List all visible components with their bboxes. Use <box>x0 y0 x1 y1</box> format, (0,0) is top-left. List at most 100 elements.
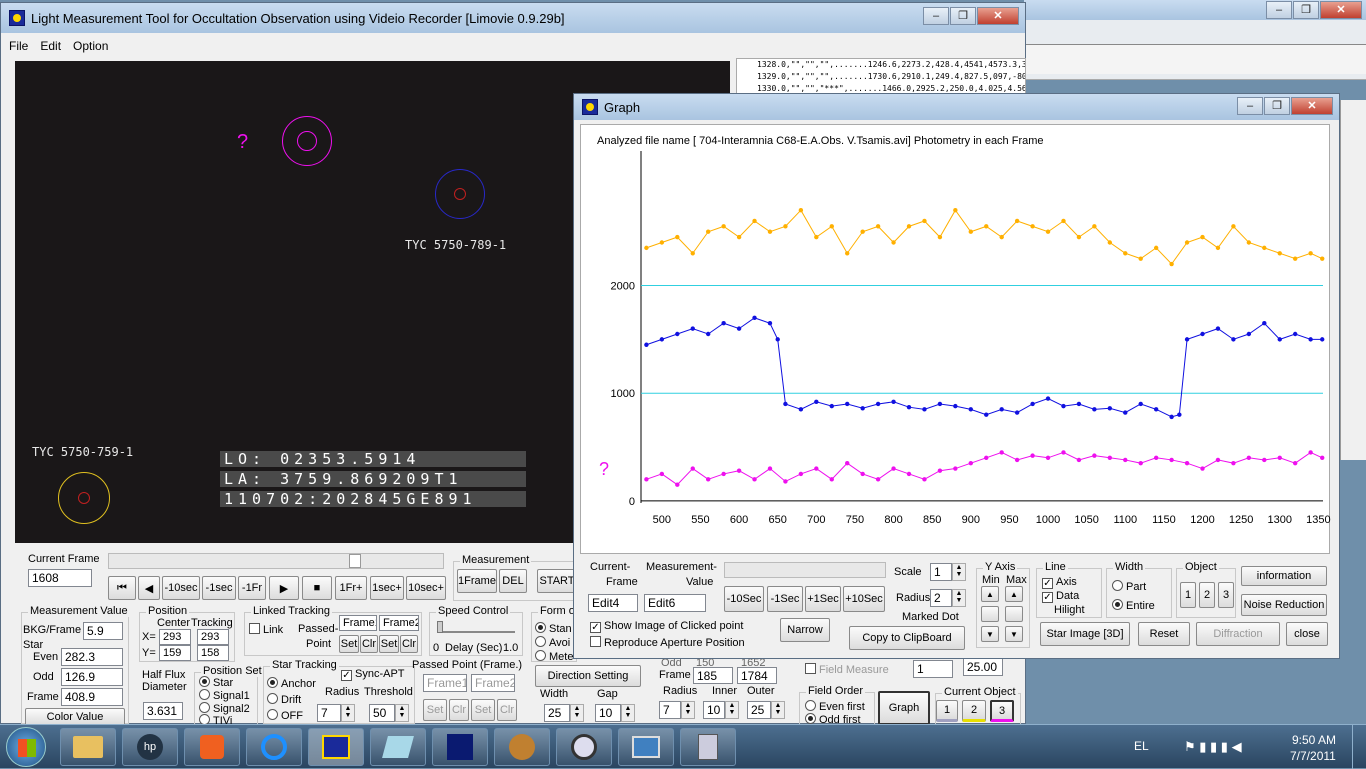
radio-off[interactable] <box>199 702 210 713</box>
linked-clr2-button[interactable]: Clr <box>400 635 418 653</box>
gap-spinner[interactable]: ▲ ▼ <box>621 704 635 722</box>
radio-on[interactable] <box>199 676 210 687</box>
link-checkbox-box[interactable] <box>249 623 260 634</box>
radio-off[interactable] <box>535 650 546 661</box>
reproduce-checkbox[interactable]: Reproduce Aperture Position <box>590 636 745 649</box>
graph-close-text-button[interactable]: close <box>1286 622 1328 646</box>
reset-button[interactable]: Reset <box>1138 622 1190 646</box>
copy-to-clipboard-button[interactable]: Copy to ClipBoard <box>849 626 965 650</box>
checkbox-checked[interactable]: ✓ <box>1042 578 1053 589</box>
graph-minus-10sec-button[interactable]: -10Sec <box>724 586 764 612</box>
maximize-button[interactable]: ❐ <box>950 7 976 25</box>
taskbar-ie[interactable] <box>246 728 302 766</box>
link-checkbox[interactable]: Link <box>249 623 283 636</box>
frame-scroll-thumb[interactable] <box>349 554 361 568</box>
graph-plot-area[interactable]: Analyzed file name [ 704-Interamnia C68-… <box>580 124 1331 554</box>
y-max-mid-button[interactable] <box>1005 606 1023 622</box>
form-standard-radio[interactable]: Stan <box>535 622 572 635</box>
taskbar-app8[interactable] <box>494 728 550 766</box>
linked-clr1-button[interactable]: Clr <box>360 635 378 653</box>
minus-1sec-button[interactable]: -1sec <box>202 576 236 600</box>
object-3-button[interactable]: 3 <box>990 700 1014 722</box>
aperture-radius-spinner[interactable]: ▲ ▼ <box>681 701 695 719</box>
checkbox-checked[interactable]: ✓ <box>590 622 601 633</box>
radio-on[interactable] <box>1112 599 1123 610</box>
menu-option[interactable]: Option <box>73 39 108 53</box>
plus-1sec-button[interactable]: 1sec+ <box>370 576 404 600</box>
clock-date[interactable]: 7/7/2011 <box>1290 749 1336 763</box>
width-input[interactable]: 25 <box>544 704 570 722</box>
graph-plus-10sec-button[interactable]: +10Sec <box>843 586 885 612</box>
radio-off[interactable] <box>199 689 210 700</box>
radio-off[interactable] <box>805 700 816 711</box>
y-max-up-button[interactable]: ▲ <box>1005 586 1023 602</box>
object-2-button[interactable]: 2 <box>962 700 986 722</box>
frame-scrollbar[interactable] <box>108 553 444 569</box>
graph-frame-scrollbar[interactable] <box>724 562 886 578</box>
prev-button[interactable]: ◀ <box>138 576 160 600</box>
radius-spinner[interactable]: ▲ ▼ <box>952 589 966 607</box>
radius-input[interactable]: 2 <box>930 589 952 607</box>
play-button[interactable]: ▶ <box>269 576 299 600</box>
linked-frame2-field[interactable]: Frame2 <box>379 615 419 631</box>
linked-set1-button[interactable]: Set <box>339 635 359 653</box>
start-button[interactable] <box>6 727 46 767</box>
entire-radio[interactable]: Entire <box>1112 599 1155 612</box>
tracking-threshold-input[interactable]: 50 <box>369 704 395 722</box>
aperture-inner-input[interactable]: 10 <box>703 701 725 719</box>
axis-checkbox[interactable]: ✓ Axis <box>1042 576 1077 589</box>
drift-radio[interactable]: Drift <box>267 693 301 706</box>
y-max-down-button[interactable]: ▼ <box>1005 626 1023 642</box>
y-min-up-button[interactable]: ▲ <box>981 586 999 602</box>
aperture-outer-input[interactable]: 25 <box>747 701 771 719</box>
pp-frame1-field[interactable]: Frame1 <box>423 674 467 692</box>
radio-off[interactable] <box>535 636 546 647</box>
pp-clr1-button[interactable]: Clr <box>449 699 469 721</box>
field-measure-checkbox[interactable]: Field Measure <box>805 663 889 676</box>
anchor-radio[interactable]: Anchor <box>267 677 316 690</box>
object-1-button[interactable]: 1 <box>936 700 958 722</box>
radio-off[interactable] <box>267 709 278 720</box>
radio-off[interactable] <box>1112 580 1123 591</box>
tray-icons[interactable]: ⚑ ▮ ▮ ▮ ◀ <box>1184 739 1242 755</box>
plus-1fr-button[interactable]: 1Fr+ <box>335 576 367 600</box>
linked-set2-button[interactable]: Set <box>379 635 399 653</box>
narrow-button[interactable]: Narrow <box>780 618 830 642</box>
menu-edit[interactable]: Edit <box>40 39 61 53</box>
checkbox-off[interactable] <box>805 663 816 674</box>
graph-close-button[interactable]: ✕ <box>1291 97 1333 115</box>
log-list[interactable]: 1328.0,"","","",.......1246.6,2273.2,428… <box>736 58 1026 98</box>
minus-10sec-button[interactable]: -10sec <box>162 576 200 600</box>
y-min-mid-button[interactable] <box>981 606 999 622</box>
posset-signal1-radio[interactable]: Signal1 <box>199 689 250 702</box>
graph-object-1-button[interactable]: 1 <box>1180 582 1196 608</box>
radio-on[interactable] <box>805 713 816 724</box>
first-frame-button[interactable]: ⏮ <box>108 576 136 600</box>
speed-slider[interactable] <box>439 625 515 633</box>
y-min-down-button[interactable]: ▼ <box>981 626 999 642</box>
graph-minimize-button[interactable]: ‒ <box>1237 97 1263 115</box>
graph-minus-1sec-button[interactable]: -1Sec <box>767 586 803 612</box>
checkbox-checked[interactable]: ✓ <box>341 670 352 681</box>
stop-button[interactable]: ■ <box>302 576 332 600</box>
posset-star-radio[interactable]: Star <box>199 676 233 689</box>
taskbar-limovie[interactable] <box>308 728 364 766</box>
edit4-field[interactable]: Edit4 <box>588 594 638 612</box>
taskbar-hp[interactable]: hp <box>122 728 178 766</box>
gap-input[interactable]: 10 <box>595 704 621 722</box>
even-first-radio[interactable]: Even first <box>805 700 865 713</box>
taskbar-explorer[interactable] <box>60 728 116 766</box>
tracking-radius-spinner[interactable]: ▲ ▼ <box>341 704 355 722</box>
edit6-field[interactable]: Edit6 <box>644 594 706 612</box>
pp-set2-button[interactable]: Set <box>471 699 495 721</box>
star-image-3d-button[interactable]: Star Image [3D] <box>1040 622 1130 646</box>
form-meteor-radio[interactable]: Mete <box>535 650 573 663</box>
bg-close-button[interactable]: ✕ <box>1320 1 1362 19</box>
diffraction-button[interactable]: Diffraction <box>1196 622 1280 646</box>
taskbar-media[interactable] <box>184 728 240 766</box>
taskbar-app10[interactable] <box>618 728 674 766</box>
bg-minimize-button[interactable]: ‒ <box>1266 1 1292 19</box>
radio-on[interactable] <box>267 677 278 688</box>
taskbar-app6[interactable] <box>370 728 426 766</box>
width-spinner[interactable]: ▲ ▼ <box>570 704 584 722</box>
